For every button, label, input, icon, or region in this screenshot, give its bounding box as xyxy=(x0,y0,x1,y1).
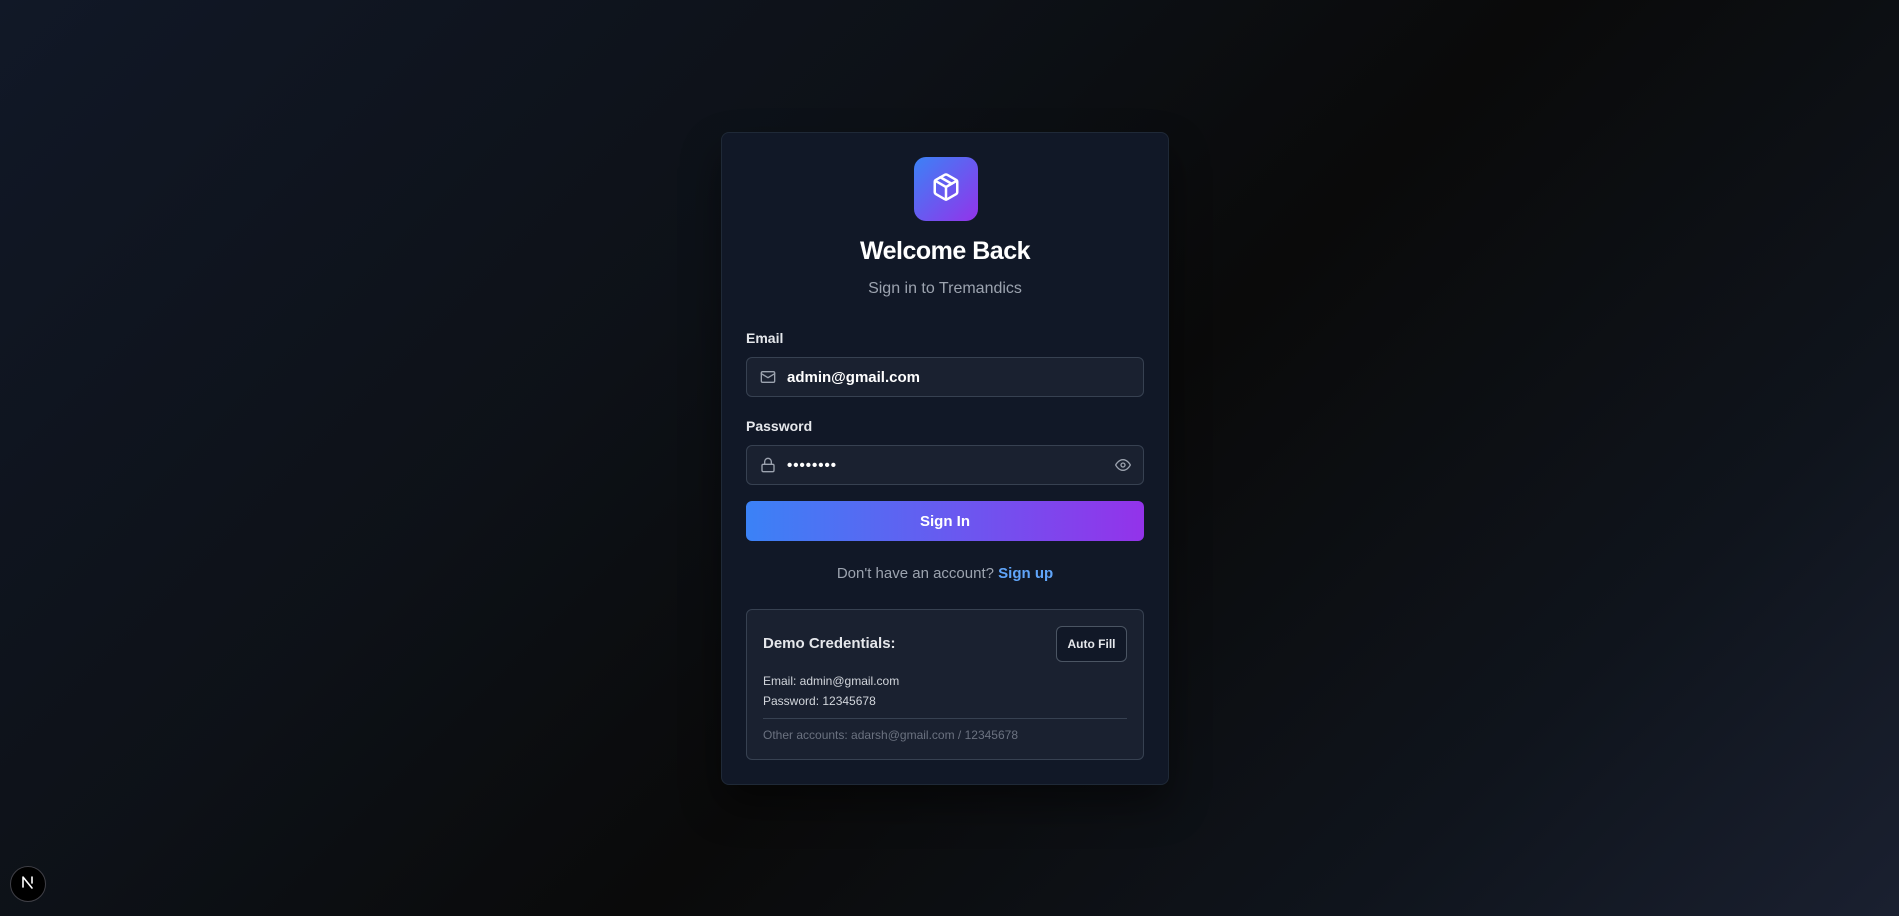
email-field[interactable]: admin@gmail.com xyxy=(746,357,1144,397)
demo-password-line: Password: 12345678 xyxy=(763,694,876,708)
sign-in-button[interactable]: Sign In xyxy=(746,501,1144,541)
password-value[interactable]: •••••••• xyxy=(787,457,1103,474)
signup-prompt: Don't have an account? Sign up xyxy=(722,565,1168,582)
eye-icon[interactable] xyxy=(1103,446,1143,484)
password-label: Password xyxy=(746,418,813,434)
lock-icon xyxy=(747,446,787,484)
demo-email-line: Email: admin@gmail.com xyxy=(763,674,900,688)
demo-credentials-title: Demo Credentials: xyxy=(763,635,896,652)
page-subtitle: Sign in to Tremandics xyxy=(868,280,1022,297)
sign-up-link[interactable]: Sign up xyxy=(998,565,1053,582)
n-logo-icon xyxy=(19,873,37,896)
login-card: Welcome Back Sign in to Tremandics Email… xyxy=(721,132,1169,785)
divider xyxy=(763,718,1127,719)
auto-fill-button[interactable]: Auto Fill xyxy=(1056,626,1127,662)
page-title: Welcome Back xyxy=(859,237,1031,265)
demo-credentials-panel: Demo Credentials: Auto Fill Email: admin… xyxy=(746,609,1144,760)
email-label: Email xyxy=(746,330,784,346)
mail-icon xyxy=(747,358,787,396)
signup-prompt-text: Don't have an account? xyxy=(836,565,994,582)
app-logo xyxy=(914,157,978,221)
email-value[interactable]: admin@gmail.com xyxy=(787,369,1143,386)
password-field[interactable]: •••••••• xyxy=(746,445,1144,485)
nextjs-dev-badge[interactable] xyxy=(10,866,46,902)
demo-other-accounts: Other accounts: adarsh@gmail.com / 12345… xyxy=(763,728,1018,742)
package-icon xyxy=(931,172,961,207)
